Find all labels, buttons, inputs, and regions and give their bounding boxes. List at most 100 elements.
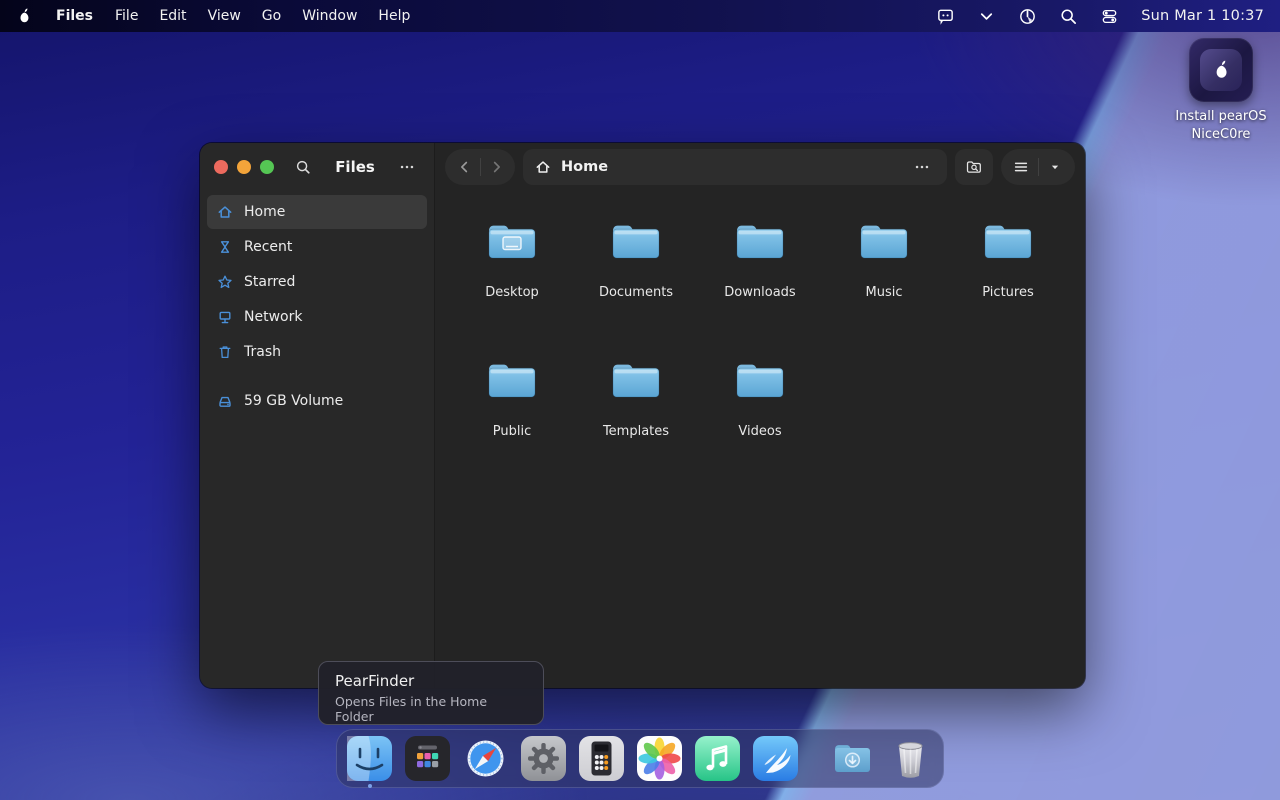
view-menu-button[interactable] — [1039, 160, 1072, 174]
folder-label: Documents — [599, 285, 673, 300]
path-menu-button[interactable] — [909, 154, 935, 180]
back-button[interactable] — [450, 158, 480, 176]
tray-icons — [936, 7, 1119, 26]
active-app-name[interactable]: Files — [56, 8, 93, 24]
install-label-line1: Install pearOS — [1159, 108, 1280, 126]
desktop: { "menu_bar": { "app_name": "Files", "me… — [0, 0, 1280, 800]
folder-icon — [980, 218, 1036, 262]
starred-icon — [217, 274, 233, 290]
folder-label: Templates — [603, 424, 669, 439]
folder-label: Downloads — [724, 285, 795, 300]
folder-icon — [856, 218, 912, 262]
content-pane: Home Desktop Documents Downloads Music Pictu… — [435, 143, 1085, 688]
toggles-icon[interactable] — [1100, 7, 1119, 26]
path-bar[interactable]: Home — [523, 149, 947, 185]
desktop-install-icon[interactable]: Install pearOS NiceC0re — [1159, 38, 1280, 144]
dock-tooltip: PearFinder Opens Files in the Home Folde… — [318, 661, 544, 725]
menu-help[interactable]: Help — [378, 8, 410, 24]
search-in-folder-button[interactable] — [955, 149, 993, 185]
folder-downloads[interactable]: Downloads — [698, 218, 822, 357]
dock-pear-app-icon[interactable] — [753, 736, 798, 781]
folder-public[interactable]: Public — [450, 357, 574, 496]
dock-trash-can-icon[interactable] — [888, 736, 933, 781]
dock — [336, 729, 944, 788]
sidebar-item-volume[interactable]: 59 GB Volume — [207, 384, 427, 418]
sidebar-item-network[interactable]: Network — [207, 300, 427, 334]
menu-go[interactable]: Go — [262, 8, 281, 24]
install-icon-label: Install pearOS NiceC0re — [1159, 108, 1280, 144]
sidebar-item-home[interactable]: Home — [207, 195, 427, 229]
menu-file[interactable]: File — [115, 8, 138, 24]
folder-grid: Desktop Documents Downloads Music Pictures Pu… — [435, 191, 1085, 496]
dock-pearfinder-icon[interactable] — [347, 736, 392, 781]
dock-downloads-icon[interactable] — [830, 736, 875, 781]
folder-label: Music — [866, 285, 903, 300]
menu-window[interactable]: Window — [302, 8, 357, 24]
search-button[interactable] — [290, 154, 316, 180]
sidebar-list: Home Recent Starred Network Trash 59 GB Volum… — [200, 191, 434, 423]
folder-icon — [732, 218, 788, 262]
recent-icon — [217, 239, 233, 255]
folder-search-icon — [965, 158, 983, 176]
app-menu-button[interactable] — [394, 154, 420, 180]
install-label-line2: NiceC0re — [1159, 126, 1280, 144]
pear-logo-icon[interactable] — [16, 6, 32, 26]
view-options — [1001, 149, 1075, 185]
tooltip-title: PearFinder — [335, 672, 527, 690]
tooltip-subtitle: Opens Files in the Home Folder — [335, 694, 527, 724]
folder-label: Public — [493, 424, 531, 439]
header-bar: Home — [435, 143, 1085, 191]
folder-templates[interactable]: Templates — [574, 357, 698, 496]
folder-icon — [732, 357, 788, 401]
list-view-button[interactable] — [1005, 158, 1038, 176]
folder-icon — [484, 357, 540, 401]
folder-label: Desktop — [485, 285, 539, 300]
sidebar-item-recent[interactable]: Recent — [207, 230, 427, 264]
sidebar: Files Home Recent Starred Network Trash 59 GB… — [200, 143, 435, 688]
dock-music-icon[interactable] — [695, 736, 740, 781]
folder-music[interactable]: Music — [822, 218, 946, 357]
clock-icon[interactable] — [1018, 7, 1037, 26]
window-controls — [214, 160, 274, 174]
chevron-down-icon[interactable] — [977, 7, 996, 26]
folder-icon — [608, 357, 664, 401]
menu-bar: Files File Edit View Go Window Help Sun Mar 1… — [0, 0, 1280, 32]
chat-icon[interactable] — [936, 7, 955, 26]
folder-videos[interactable]: Videos — [698, 357, 822, 496]
menu-bar-right: Sun Mar 1 10:37 — [936, 7, 1264, 26]
dock-settings-icon[interactable] — [521, 736, 566, 781]
sidebar-item-label: Home — [244, 204, 285, 220]
install-icon-tile — [1189, 38, 1253, 102]
dock-browser-icon[interactable] — [463, 736, 508, 781]
menu-view[interactable]: View — [208, 8, 241, 24]
folder-label: Videos — [738, 424, 781, 439]
folder-icon — [608, 218, 664, 262]
minimize-button[interactable] — [237, 160, 251, 174]
home-icon — [217, 204, 233, 220]
sidebar-header: Files — [200, 143, 434, 191]
folder-desktop[interactable]: Desktop — [450, 218, 574, 357]
sidebar-item-starred[interactable]: Starred — [207, 265, 427, 299]
dock-launchpad-icon[interactable] — [405, 736, 450, 781]
folder-documents[interactable]: Documents — [574, 218, 698, 357]
menu-bar-clock[interactable]: Sun Mar 1 10:37 — [1141, 8, 1264, 24]
dock-calculator-icon[interactable] — [579, 736, 624, 781]
close-button[interactable] — [214, 160, 228, 174]
sidebar-item-label: Network — [244, 309, 302, 325]
maximize-button[interactable] — [260, 160, 274, 174]
search-icon[interactable] — [1059, 7, 1078, 26]
folder-pictures[interactable]: Pictures — [946, 218, 1070, 357]
history-nav — [445, 149, 515, 185]
files-window: Files Home Recent Starred Network Trash 59 GB… — [200, 143, 1085, 688]
dock-photos-icon[interactable] — [637, 736, 682, 781]
forward-button[interactable] — [481, 158, 511, 176]
sidebar-item-label: 59 GB Volume — [244, 393, 343, 409]
menu-edit[interactable]: Edit — [159, 8, 186, 24]
folder-label: Pictures — [982, 285, 1033, 300]
path-location: Home — [561, 159, 608, 175]
running-indicator — [368, 784, 372, 788]
sidebar-item-trash[interactable]: Trash — [207, 335, 427, 369]
sidebar-item-label: Starred — [244, 274, 295, 290]
sidebar-item-label: Recent — [244, 239, 292, 255]
trash-icon — [217, 344, 233, 360]
